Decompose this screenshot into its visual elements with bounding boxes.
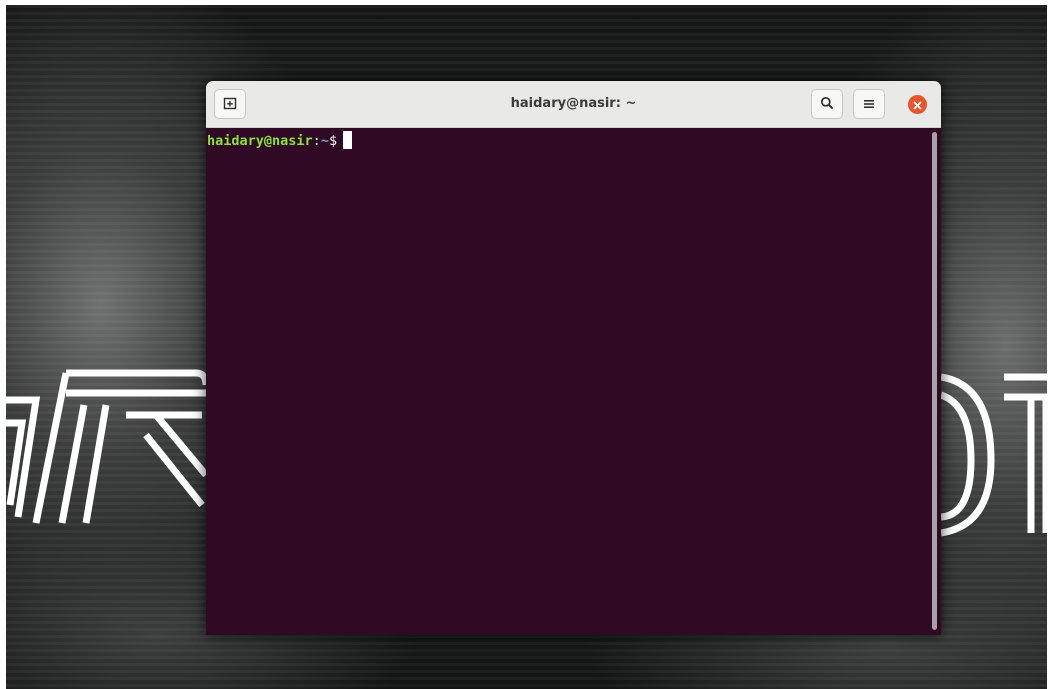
new-tab-button[interactable] (214, 89, 246, 119)
terminal-headerbar[interactable]: haidary@nasir: ~ (206, 81, 941, 128)
hamburger-menu-icon (863, 95, 875, 114)
close-button[interactable] (908, 95, 927, 114)
prompt-symbol: $ (328, 133, 338, 149)
prompt-separator: : (312, 133, 321, 149)
search-button[interactable] (811, 89, 843, 119)
text-cursor (343, 131, 353, 149)
vertical-scrollbar[interactable] (932, 132, 937, 630)
new-tab-icon (223, 95, 237, 114)
prompt-path: ~ (320, 133, 329, 149)
menu-button[interactable] (853, 89, 885, 119)
prompt-user-host: haidary@nasir (207, 133, 313, 149)
shell-prompt: haidary@nasir:~$ (207, 131, 353, 151)
terminal-window: haidary@nasir: ~ haidary@nasir:~$ (206, 81, 941, 635)
terminal-output-area[interactable]: haidary@nasir:~$ (206, 128, 941, 635)
search-icon (820, 95, 834, 114)
close-icon (913, 95, 922, 114)
